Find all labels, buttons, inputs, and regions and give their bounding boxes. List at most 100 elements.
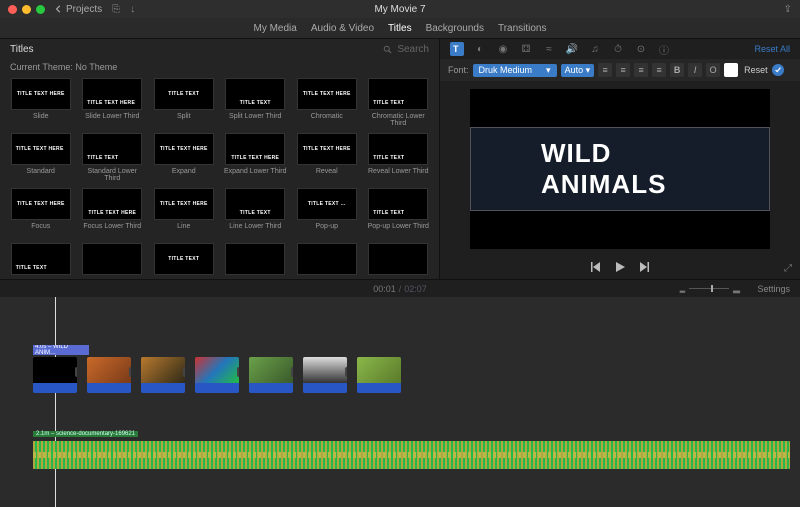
bold-button[interactable]: B	[670, 63, 684, 77]
title-preset[interactable]	[80, 243, 146, 279]
fullscreen-icon[interactable]: ⤢	[784, 263, 792, 274]
playhead[interactable]	[55, 297, 56, 507]
back-to-projects-button[interactable]: Projects	[55, 4, 102, 15]
title-preset[interactable]: TITLE TEXTSplit Lower Third	[223, 78, 289, 129]
prev-frame-button[interactable]	[590, 261, 602, 276]
transition-icon[interactable]: ⋈	[345, 367, 347, 377]
title-thumb: TITLE TEXT	[368, 188, 428, 220]
title-clip[interactable]: 4.0s – WILD ANIM…	[33, 345, 89, 355]
transition-icon[interactable]: ⋈	[237, 367, 239, 377]
video-clip[interactable]: ⋈	[249, 357, 293, 393]
title-preset[interactable]: TITLE TEXTSplit	[151, 78, 217, 129]
video-clip[interactable]: ⋈	[141, 357, 185, 393]
timeline-zoom-slider[interactable]: ▂ ▂	[680, 283, 740, 294]
clip-thumbnail	[87, 357, 131, 383]
title-preset[interactable]: Title TextReveal Lower Third	[366, 133, 432, 184]
timeline[interactable]: 4.0s – WILD ANIM… ⋈ ⋈ ⋈ ⋈ ⋈ ⋈ 2.1m – science-…	[0, 297, 800, 507]
maximize-window-button[interactable]	[36, 5, 45, 14]
title-preset[interactable]: Title Text HereFocus Lower Third	[80, 188, 146, 239]
import-icon[interactable]: ⎘	[112, 4, 120, 15]
font-family-select[interactable]: Druk Medium▾	[473, 64, 557, 77]
transition-icon[interactable]: ⋈	[75, 367, 77, 377]
title-preset[interactable]: TITLE TEXT	[151, 243, 217, 279]
title-preset[interactable]: TITLE TEXT HEREStandard	[8, 133, 74, 184]
italic-button[interactable]: I	[688, 63, 702, 77]
align-center-button[interactable]: ≡	[616, 63, 630, 77]
crop-icon[interactable]: ⚃	[519, 42, 533, 56]
apply-check-icon[interactable]	[772, 64, 784, 76]
title-preset[interactable]: TITLE TEXT	[8, 243, 74, 279]
video-preview[interactable]: WILD ANIMALS	[470, 89, 770, 249]
inspector-toolbar: T ◐ ◉ ⚃ ≈ 🔊 ♫ ⏱ ⊙ ⓘ Reset All	[440, 39, 800, 59]
color-balance-icon[interactable]: ◐	[473, 42, 487, 56]
transition-icon[interactable]: ⋈	[183, 367, 185, 377]
tab-titles[interactable]: Titles	[388, 23, 412, 34]
title-preset[interactable]: TITLE TEXTPop-up Lower Third	[366, 188, 432, 239]
title-preset[interactable]: TITLE TEXTLine Lower Third	[223, 188, 289, 239]
title-thumb: Title Text	[368, 78, 428, 110]
align-left-button[interactable]: ≡	[598, 63, 612, 77]
title-label: Expand Lower Third	[224, 168, 287, 184]
color-correction-icon[interactable]: ◉	[496, 42, 510, 56]
title-preset[interactable]	[294, 243, 360, 279]
title-preset[interactable]: TITLE TEXT ... Pop-up	[294, 188, 360, 239]
download-icon[interactable]: ↓	[130, 4, 135, 15]
title-preset[interactable]: TITLE TEXT HERELine	[151, 188, 217, 239]
transition-icon[interactable]: ⋈	[291, 367, 293, 377]
title-thumb: TITLE TEXT ...	[297, 188, 357, 220]
minimize-window-button[interactable]	[22, 5, 31, 14]
tab-audio-video[interactable]: Audio & Video	[311, 23, 374, 34]
noise-reduce-icon[interactable]: ♫	[588, 42, 602, 56]
title-preset[interactable]: TITLE TEXT HERESlide	[8, 78, 74, 129]
title-preset[interactable]: Title Text HereChromatic	[294, 78, 360, 129]
back-label: Projects	[66, 4, 102, 15]
title-thumb	[82, 243, 142, 275]
text-color-swatch[interactable]	[724, 63, 738, 77]
video-clip[interactable]: ⋈	[87, 357, 131, 393]
title-preset[interactable]: Title Text HereFocus	[8, 188, 74, 239]
next-frame-button[interactable]	[638, 261, 650, 276]
clip-audio-band	[33, 383, 77, 393]
clip-audio-band	[357, 383, 401, 393]
align-justify-button[interactable]: ≡	[652, 63, 666, 77]
reset-all-button[interactable]: Reset All	[754, 44, 790, 54]
audio-clip[interactable]: 2.1m – science-documentary-169621	[33, 441, 790, 469]
text-inspector-icon[interactable]: T	[450, 42, 464, 56]
title-preset[interactable]	[366, 243, 432, 279]
video-clip[interactable]	[357, 357, 401, 393]
video-clip[interactable]: ⋈	[303, 357, 347, 393]
outline-button[interactable]: O	[706, 63, 720, 77]
speed-icon[interactable]: ⏱	[611, 42, 625, 56]
title-preset[interactable]: Title Text HereExpand Lower Third	[223, 133, 289, 184]
reset-text-button[interactable]: Reset	[744, 65, 768, 75]
video-clip[interactable]: ⋈	[195, 357, 239, 393]
title-preset[interactable]: TITLE TEXT HERESlide Lower Third	[80, 78, 146, 129]
font-size-mode[interactable]: Auto ▾	[561, 64, 595, 77]
title-thumb: TITLE TEXT	[154, 78, 214, 110]
tab-transitions[interactable]: Transitions	[498, 23, 547, 34]
title-preset[interactable]: Title TextChromatic Lower Third	[366, 78, 432, 129]
title-label: Line Lower Third	[229, 223, 281, 239]
title-text-overlay[interactable]: WILD ANIMALS	[470, 127, 770, 211]
search-field[interactable]: Search	[383, 44, 429, 55]
tab-my-media[interactable]: My Media	[253, 23, 296, 34]
tab-backgrounds[interactable]: Backgrounds	[426, 23, 484, 34]
title-preset[interactable]: Title Text HereExpand	[151, 133, 217, 184]
volume-icon[interactable]: 🔊	[565, 42, 579, 56]
title-preset[interactable]: Title Text HereReveal	[294, 133, 360, 184]
audio-clip-label: 2.1m – science-documentary-169621	[33, 431, 138, 437]
video-clip[interactable]: ⋈	[33, 357, 77, 393]
clip-filter-icon[interactable]: ⊙	[634, 42, 648, 56]
close-window-button[interactable]	[8, 5, 17, 14]
align-right-button[interactable]: ≡	[634, 63, 648, 77]
stabilization-icon[interactable]: ≈	[542, 42, 556, 56]
info-icon[interactable]: ⓘ	[657, 42, 671, 56]
transition-icon[interactable]: ⋈	[129, 367, 131, 377]
text-style-toolbar: Font: Druk Medium▾ Auto ▾ ≡ ≡ ≡ ≡ B I O …	[440, 59, 800, 81]
title-preset[interactable]: TITLE TEXTStandard Lower Third	[80, 133, 146, 184]
title-label: Pop-up	[315, 223, 338, 239]
play-button[interactable]	[614, 261, 626, 276]
timeline-settings-button[interactable]: Settings	[757, 284, 790, 294]
share-icon[interactable]: ⇪	[784, 4, 792, 15]
title-preset[interactable]	[223, 243, 289, 279]
